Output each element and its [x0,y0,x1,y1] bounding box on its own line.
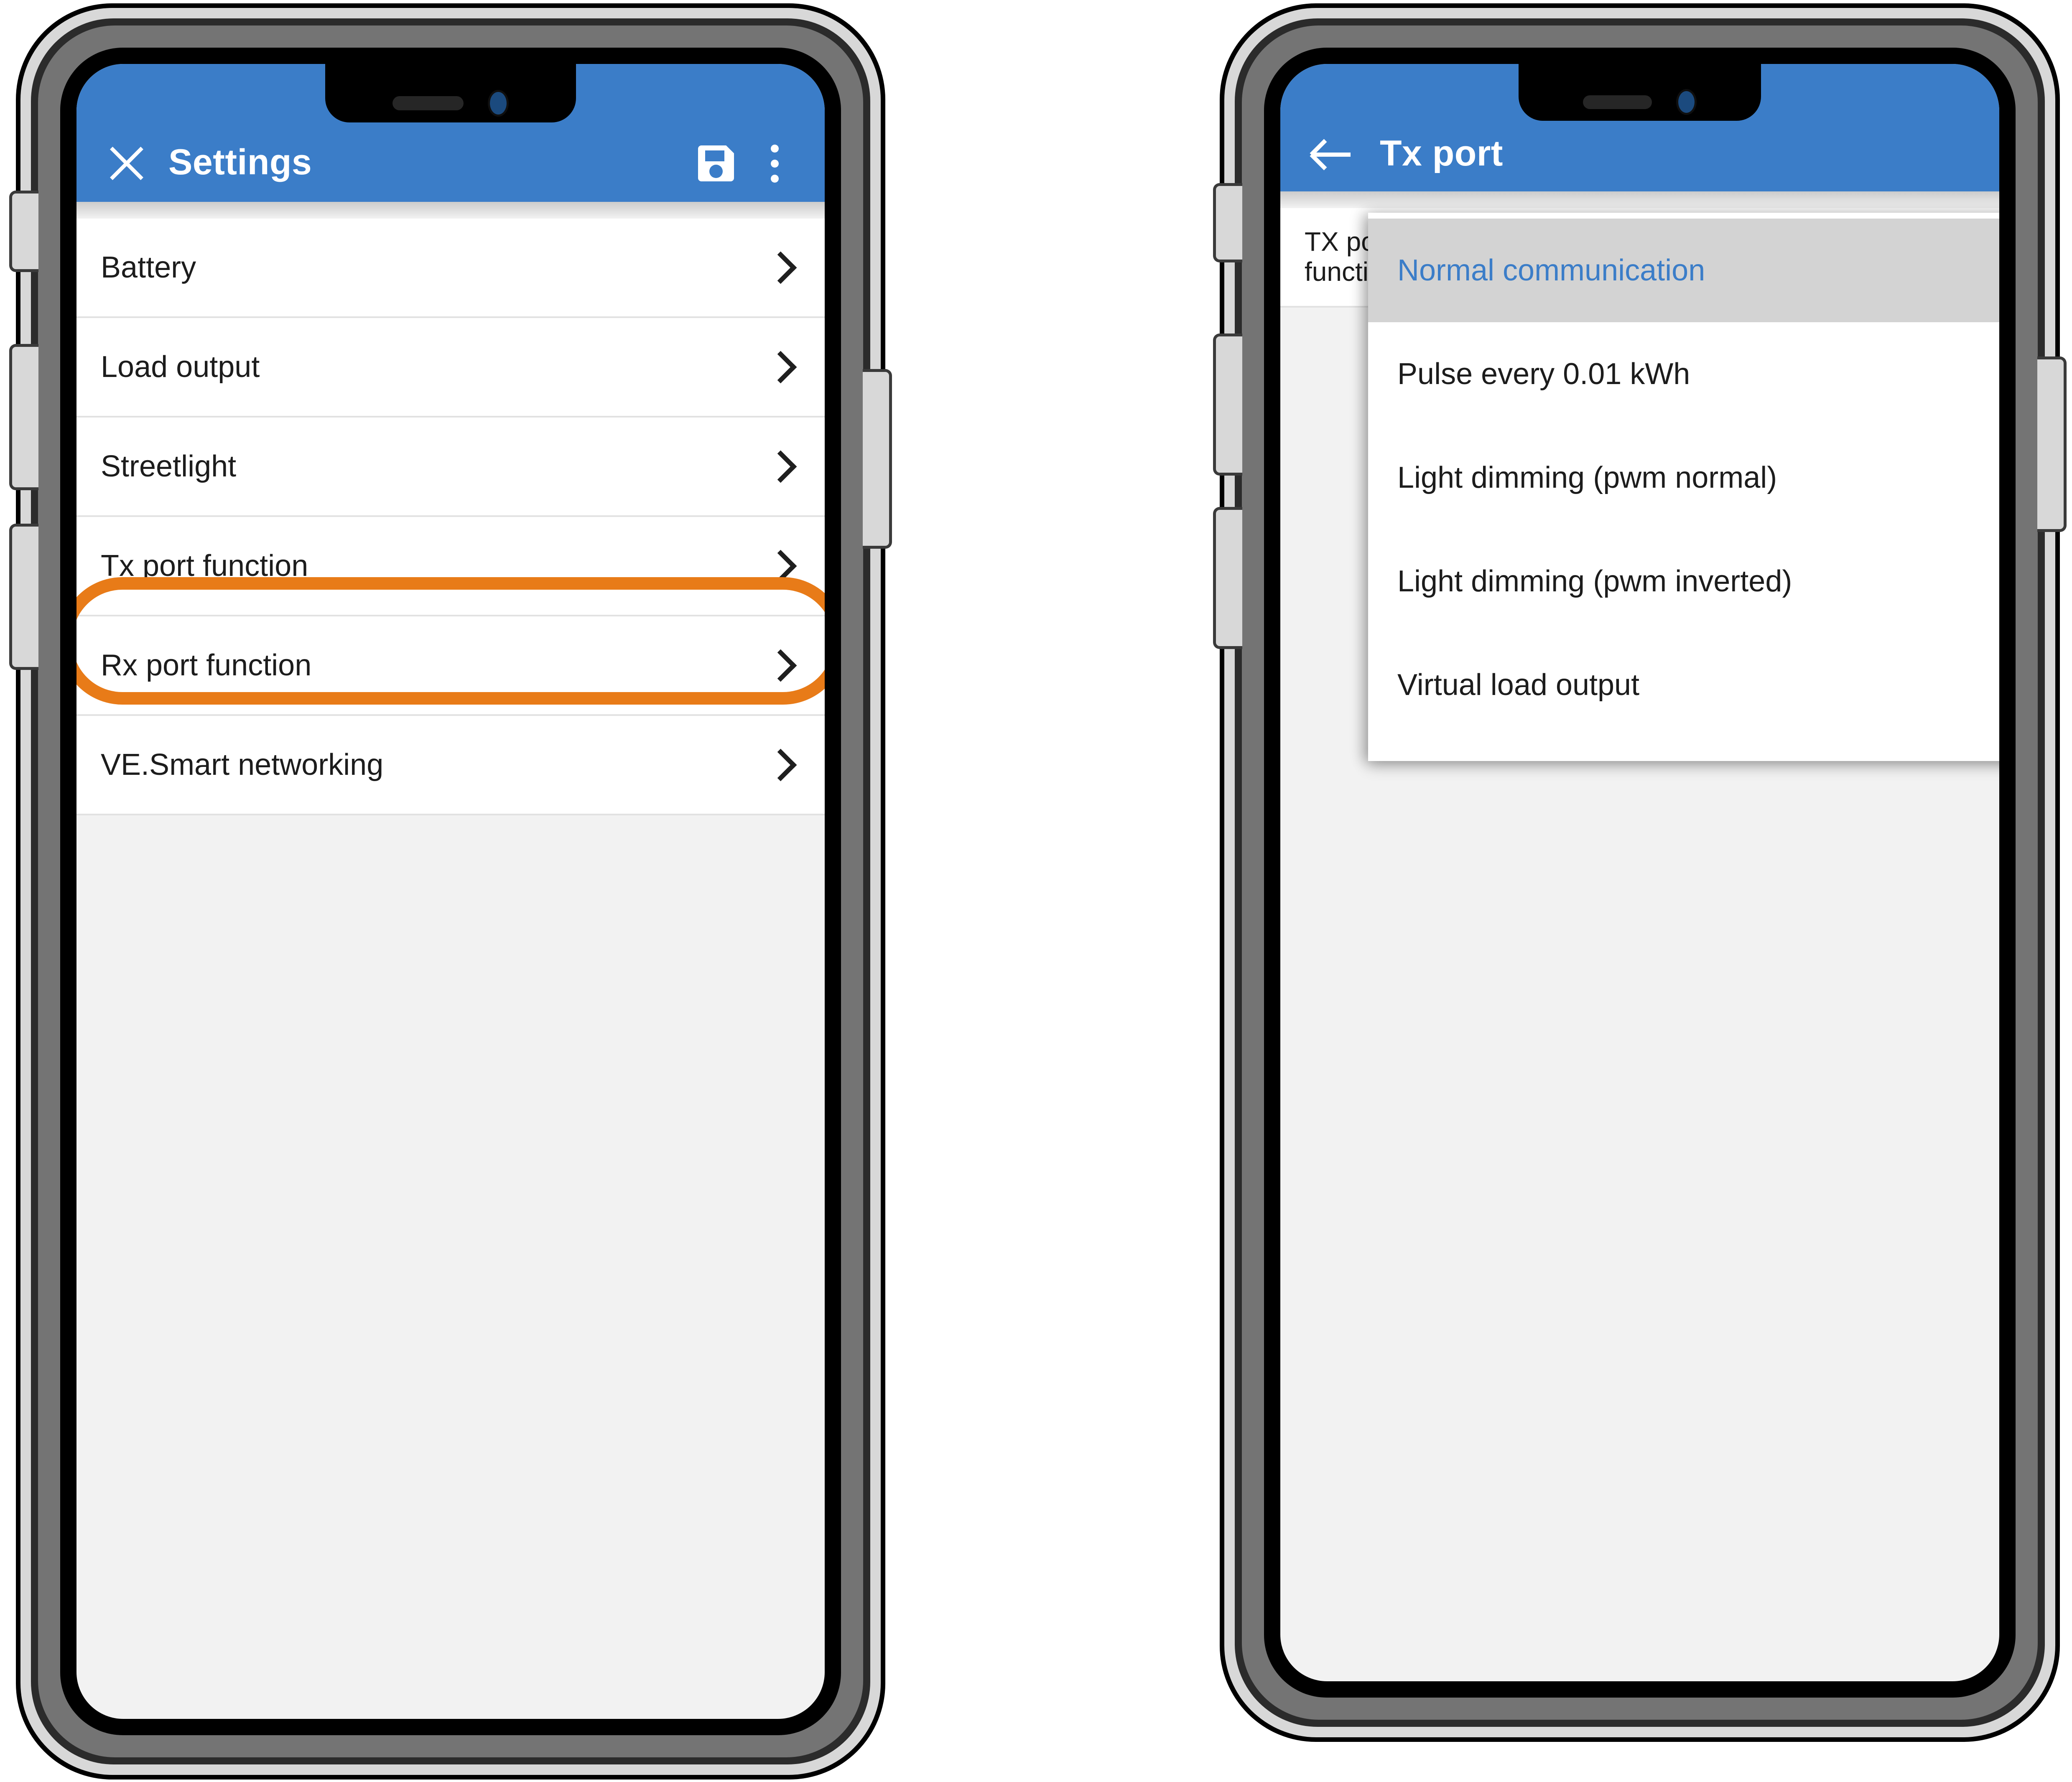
list-item-battery[interactable]: Battery [76,219,825,318]
right-phone-device: Tx port TX port function Normal communic… [1213,3,2067,1742]
silent-switch-button[interactable] [9,191,38,272]
kebab-dot [770,159,779,168]
list-item-label: Rx port function [101,649,312,682]
power-button[interactable] [863,369,892,549]
list-item-ve-smart-networking[interactable]: VE.Smart networking [76,716,825,815]
dropdown-option-label: Normal communication [1397,254,1705,287]
chevron-right-icon [764,649,797,682]
chevron-right-icon [764,748,797,781]
volume-down-button[interactable] [9,524,38,670]
silent-switch-button[interactable] [1213,183,1242,262]
save-button[interactable] [691,138,741,188]
dropdown-bottom-padding [1368,737,1999,761]
list-top-shadow [76,202,825,219]
left-phone-device: Settings Battery Load output Streetlight… [9,3,892,1779]
list-item-streetlight[interactable]: Streetlight [76,417,825,517]
right-phone-screen: Tx port TX port function Normal communic… [1280,64,1999,1681]
dropdown-option-light-dimming-pwm-normal[interactable]: Light dimming (pwm normal) [1368,426,1999,530]
list-item-label: Battery [101,251,196,284]
list-item-load-output[interactable]: Load output [76,318,825,417]
dropdown-option-normal-communication[interactable]: Normal communication [1368,219,1999,322]
volume-up-button[interactable] [1213,333,1242,476]
floppy-hub-shape [709,165,723,178]
overflow-menu-button[interactable] [749,138,800,188]
close-button[interactable] [102,138,152,188]
list-top-shadow [1280,191,1999,208]
phone-notch [1519,64,1761,121]
kebab-dot [770,144,779,153]
earpiece-speaker-icon [392,96,464,110]
list-item-label: Streetlight [101,450,237,483]
dropdown-option-light-dimming-pwm-inverted[interactable]: Light dimming (pwm inverted) [1368,530,1999,633]
kebab-dot [770,174,779,183]
close-x-icon [111,148,143,179]
tx-port-function-dropdown[interactable]: Normal communication Pulse every 0.01 kW… [1368,213,1999,761]
list-item-label: Load output [101,350,260,384]
volume-up-button[interactable] [9,344,38,490]
page-title: Tx port [1380,133,1503,173]
floppy-slot-shape [705,150,724,161]
list-item-label: Tx port function [101,549,308,583]
page-title: Settings [168,142,312,182]
back-button[interactable] [1305,130,1356,180]
settings-list: Battery Load output Streetlight Tx port … [76,219,825,815]
kebab-menu-icon [770,144,779,183]
phone-notch [325,64,576,122]
earpiece-speaker-icon [1583,95,1652,109]
dropdown-option-label: Light dimming (pwm normal) [1397,461,1777,494]
list-item-label: VE.Smart networking [101,748,384,782]
power-button[interactable] [2037,356,2067,532]
list-item-tx-port-function[interactable]: Tx port function [76,517,825,616]
arrow-left-icon [1310,139,1351,171]
dropdown-option-label: Virtual load output [1397,668,1640,702]
chevron-right-icon [764,351,797,383]
front-camera-icon [488,90,509,117]
front-camera-icon [1676,89,1697,115]
dropdown-option-label: Pulse every 0.01 kWh [1397,357,1690,391]
arrow-shaft-shape [1312,153,1351,157]
left-phone-screen: Settings Battery Load output Streetlight… [76,64,825,1719]
volume-down-button[interactable] [1213,507,1242,649]
dropdown-option-label: Light dimming (pwm inverted) [1397,565,1792,598]
dropdown-option-pulse-every-0-01-kwh[interactable]: Pulse every 0.01 kWh [1368,322,1999,426]
chevron-right-icon [764,450,797,483]
dropdown-top-padding [1368,213,1999,219]
floppy-save-icon [698,145,734,181]
chevron-right-icon [764,251,797,284]
dropdown-option-virtual-load-output[interactable]: Virtual load output [1368,633,1999,737]
chevron-right-icon [764,550,797,582]
list-item-rx-port-function[interactable]: Rx port function [76,616,825,716]
